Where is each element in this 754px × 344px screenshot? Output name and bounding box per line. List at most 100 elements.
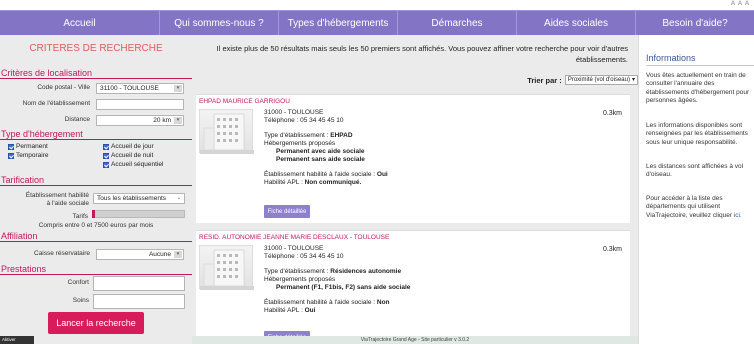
caisse-select[interactable]: Aucune ▾: [96, 249, 184, 260]
checkbox-permanent[interactable]: Permanent: [8, 143, 48, 150]
result-phone: Téléphone : 05 34 45 45 10: [264, 117, 344, 124]
hebergements-label: Hébergements proposés: [264, 140, 336, 147]
soins-label: Soins: [72, 297, 89, 304]
chevron-down-icon: ⌄: [175, 195, 183, 202]
chevron-down-icon: ▾: [174, 85, 182, 92]
habilite-select[interactable]: Tous les établissements ⌄: [93, 193, 185, 204]
nav-demarches[interactable]: Démarches: [398, 11, 517, 35]
apl-value: Oui: [304, 307, 316, 314]
info-paragraph: Les informations disponibles sont rensei…: [646, 122, 748, 146]
checkbox-label: Accueil de jour: [111, 143, 154, 150]
info-departments-text: Pour accéder à la liste des départements…: [646, 195, 732, 219]
result-name[interactable]: RESID. AUTONOMIE JEANNE MARIE DESCLAUX -…: [199, 234, 389, 241]
habilite-label: Établissement habilité à l'aide sociale …: [264, 299, 377, 306]
checkbox-label: Temporaire: [16, 152, 49, 159]
info-paragraph: Les distances sont affichées à vol d'ois…: [646, 163, 744, 179]
slider-handle[interactable]: [92, 210, 95, 218]
chevron-down-icon: ▾: [174, 117, 182, 124]
habilite-label: Établissement habilité à l'aide sociale …: [264, 171, 377, 178]
checkbox-accueil-jour[interactable]: Accueil de jour: [103, 143, 154, 150]
checkbox-icon: [103, 152, 109, 159]
result-card: EHPAD MAURICE GARRIGOU 31000 - TOULOUSE …: [196, 94, 630, 223]
top-strip: A A A: [0, 0, 754, 10]
type-label: Type d'établissement :: [264, 268, 331, 275]
checkbox-temporaire[interactable]: Temporaire: [8, 152, 49, 159]
type-label: Type d'établissement :: [264, 132, 331, 139]
footer: ViaTrajectoire Grand Age - Site particul…: [192, 336, 638, 344]
habilite-value: Non: [376, 299, 390, 306]
chevron-down-icon: ▾: [631, 77, 635, 83]
info-paragraph: Vous êtes actuellement en train de consu…: [646, 72, 750, 104]
nav-qui-sommes-nous[interactable]: Qui sommes-nous ?: [160, 11, 279, 35]
type-value: EHPAD: [330, 132, 353, 139]
search-button[interactable]: Lancer la recherche: [48, 312, 144, 334]
info-paragraph: Pour accéder à la liste des départements…: [646, 195, 754, 220]
nav-besoin-aide[interactable]: Besoin d'aide?: [636, 11, 754, 35]
info-link[interactable]: ici.: [734, 212, 742, 219]
type-value: Résidences autonomie: [330, 268, 402, 275]
sort-select[interactable]: Proximité (vol d'oiseau) ▾: [564, 75, 638, 85]
nav-aides-sociales[interactable]: Aides sociales: [517, 11, 636, 35]
search-sidebar: CRITERES DE RECHERCHE Critères de locali…: [0, 35, 192, 344]
habilite-label: Établissement habilité à l'aide sociale: [0, 192, 89, 208]
result-habilite: Établissement habilité à l'aide sociale …: [264, 171, 564, 179]
checkbox-label: Accueil de nuit: [111, 152, 154, 159]
result-apl: Habilité APL : Non communiqué.: [264, 179, 564, 187]
checkbox-label: Accueil séquentiel: [111, 161, 164, 168]
chevron-down-icon: ▾: [174, 251, 182, 258]
hebergements-label: Hébergements proposés: [264, 276, 336, 283]
sort-value: Proximité (vol d'oiseau): [567, 77, 630, 83]
checkbox-icon: [8, 152, 14, 159]
info-divider: [646, 65, 754, 66]
result-info: 31000 - TOULOUSE Téléphone : 05 34 45 45…: [264, 109, 564, 187]
detail-button[interactable]: Fiche détaillée: [264, 205, 310, 218]
result-info: 31000 - TOULOUSE Téléphone : 05 34 45 45…: [264, 245, 564, 315]
windows-activation-tag: Aktiver Windows: [0, 336, 34, 344]
checkbox-label: Permanent: [16, 143, 48, 150]
result-city: 31000 - TOULOUSE: [264, 109, 324, 116]
result-apl: Habilité APL : Oui: [264, 307, 564, 315]
building-image: [199, 245, 254, 290]
postal-value: 31100 - TOULOUSE: [100, 85, 159, 92]
result-phone: Téléphone : 05 34 45 45 10: [264, 253, 344, 260]
tarifs-slider[interactable]: [92, 210, 185, 218]
tarifs-range-text: Compris entre 0 et 7500 euros par mois: [38, 222, 154, 229]
nav-accueil[interactable]: Accueil: [0, 11, 160, 35]
name-input[interactable]: [96, 99, 184, 110]
building-image: [199, 109, 254, 154]
caisse-value: Aucune: [148, 251, 171, 258]
main-nav: Accueil Qui sommes-nous ? Types d'héberg…: [0, 10, 754, 35]
checkbox-accueil-sequentiel[interactable]: Accueil séquentiel: [103, 161, 163, 168]
font-size-controls[interactable]: A A A: [731, 1, 750, 7]
tarifs-label: Tarifs: [72, 213, 88, 220]
prestations-heading: Prestations: [0, 264, 192, 275]
result-habilite: Établissement habilité à l'aide sociale …: [264, 299, 564, 307]
info-panel: Informations Vous êtes actuellement en t…: [638, 35, 754, 344]
results-notice: Il existe plus de 50 résultats mais seul…: [216, 44, 628, 64]
name-label: Nom de l'établissement: [22, 100, 90, 107]
nav-types-hebergements[interactable]: Types d'hébergements: [279, 11, 398, 35]
sort-control: Trier par : Proximité (vol d'oiseau) ▾: [527, 75, 638, 85]
hebergement-heading: Type d'hébergement: [0, 129, 192, 140]
result-name[interactable]: EHPAD MAURICE GARRIGOU: [199, 98, 290, 105]
result-city: 31000 - TOULOUSE: [264, 245, 324, 252]
distance-select[interactable]: 20 km ▾: [96, 115, 184, 126]
hebergement-item: Permanent (F1, F1bis, F2) sans aide soci…: [276, 284, 411, 291]
checkbox-icon: [103, 161, 109, 168]
info-title: Informations: [646, 53, 696, 63]
hebergement-item: Permanent sans aide sociale: [276, 156, 365, 163]
apl-label: Habilité APL :: [264, 179, 305, 186]
postal-select[interactable]: 31100 - TOULOUSE ▾: [96, 83, 184, 94]
caisse-label: Caisse réservataire: [34, 250, 90, 257]
result-type: Type d'établissement : Résidences autono…: [264, 268, 564, 276]
checkbox-accueil-nuit[interactable]: Accueil de nuit: [103, 152, 153, 159]
result-card: RESID. AUTONOMIE JEANNE MARIE DESCLAUX -…: [196, 230, 630, 344]
habilite-label-line1: Établissement habilité: [25, 192, 89, 199]
apl-label: Habilité APL :: [264, 307, 305, 314]
confort-input[interactable]: [93, 276, 185, 291]
result-distance: 0.3km: [602, 110, 622, 117]
localisation-heading: Critères de localisation: [0, 68, 192, 79]
soins-input[interactable]: [93, 294, 185, 309]
affiliation-heading: Affiliation: [0, 231, 192, 242]
apl-value: Non communiqué.: [304, 179, 362, 186]
